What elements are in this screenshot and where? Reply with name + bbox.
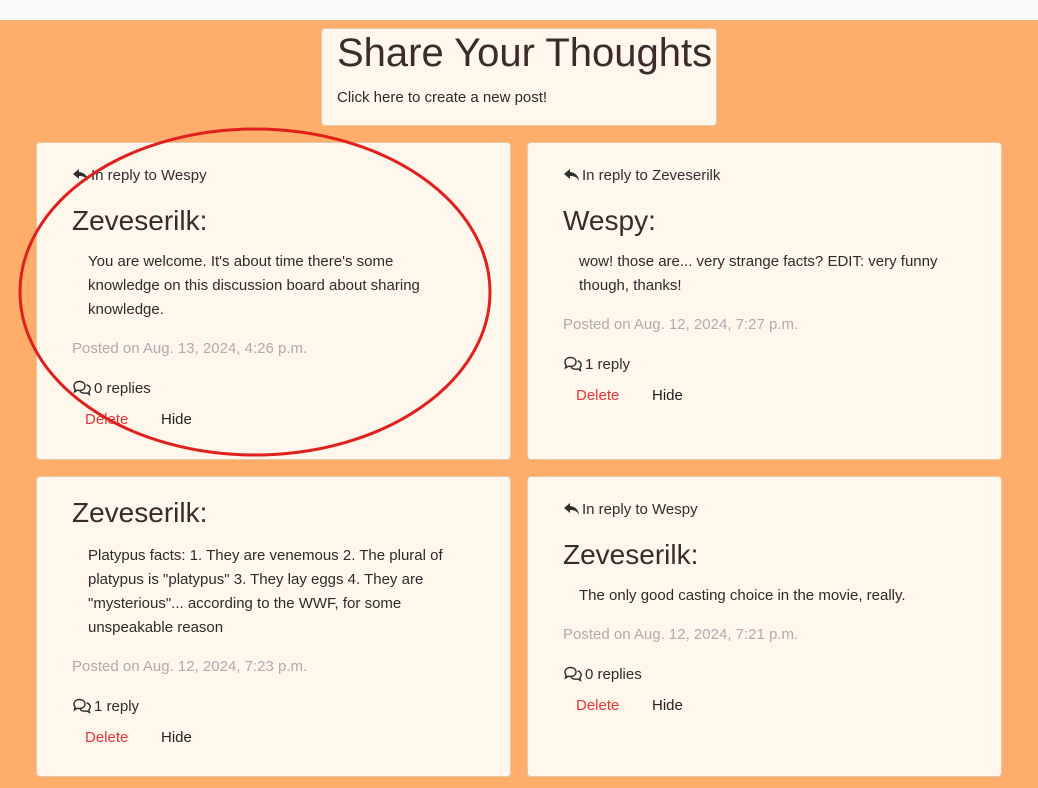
hide-button[interactable]: Hide xyxy=(161,729,192,746)
post-card: In reply to Wespy Zeveserilk: You are we… xyxy=(36,142,511,460)
delete-button[interactable]: Delete xyxy=(85,411,128,428)
comments-icon xyxy=(564,666,582,682)
reply-to-label: In reply to Wespy xyxy=(72,167,207,184)
reply-to-label: In reply to Wespy xyxy=(563,501,698,518)
post-timestamp: Posted on Aug. 12, 2024, 7:23 p.m. xyxy=(72,658,308,675)
comments-icon xyxy=(73,380,91,396)
post-content: wow! those are... very strange facts? ED… xyxy=(579,253,938,294)
replies-text: 1 reply xyxy=(585,356,631,373)
replies-count[interactable]: 0 replies xyxy=(72,380,151,397)
post-content: You are welcome. It's about time there's… xyxy=(88,253,420,318)
delete-button[interactable]: Delete xyxy=(576,697,619,714)
reply-icon xyxy=(73,169,88,181)
reply-icon xyxy=(564,503,579,515)
hide-button[interactable]: Hide xyxy=(652,697,683,714)
replies-count[interactable]: 1 reply xyxy=(563,356,630,373)
post-author: Zeveserilk: xyxy=(72,497,208,528)
post-timestamp: Posted on Aug. 12, 2024, 7:21 p.m. xyxy=(563,626,799,643)
post-card: Zeveserilk: Platypus facts: 1. They are … xyxy=(36,476,511,777)
top-bar xyxy=(0,0,1038,20)
post-author: Zeveserilk: xyxy=(563,539,699,570)
post-timestamp: Posted on Aug. 13, 2024, 4:26 p.m. xyxy=(72,340,308,357)
post-author: Zeveserilk: xyxy=(72,205,208,236)
page-title: Share Your Thoughts xyxy=(337,31,713,75)
post-author: Wespy: xyxy=(563,205,656,236)
comments-icon xyxy=(73,698,91,714)
post-content: The only good casting choice in the movi… xyxy=(579,587,906,604)
replies-count[interactable]: 0 replies xyxy=(563,666,642,683)
hide-button[interactable]: Hide xyxy=(161,411,192,428)
create-post-link[interactable]: Click here to create a new post! xyxy=(337,89,547,106)
reply-to-text: In reply to Wespy xyxy=(91,167,207,184)
replies-text: 0 replies xyxy=(94,380,151,397)
delete-button[interactable]: Delete xyxy=(85,729,128,746)
hide-button[interactable]: Hide xyxy=(652,387,683,404)
create-post-banner: Share Your Thoughts Click here to create… xyxy=(321,28,717,126)
reply-icon xyxy=(564,169,579,181)
post-card: In reply to Wespy Zeveserilk: The only g… xyxy=(527,476,1002,777)
comments-icon xyxy=(564,356,582,372)
post-timestamp: Posted on Aug. 12, 2024, 7:27 p.m. xyxy=(563,316,799,333)
post-card: In reply to Zeveserilk Wespy: wow! those… xyxy=(527,142,1002,460)
reply-to-text: In reply to Wespy xyxy=(582,501,698,518)
reply-to-label: In reply to Zeveserilk xyxy=(563,167,720,184)
replies-text: 0 replies xyxy=(585,666,642,683)
reply-to-text: In reply to Zeveserilk xyxy=(582,167,721,184)
replies-text: 1 reply xyxy=(94,698,140,715)
post-content: Platypus facts: 1. They are venemous 2. … xyxy=(88,547,443,636)
discussion-board: Share Your Thoughts Click here to create… xyxy=(0,20,1038,788)
replies-count[interactable]: 1 reply xyxy=(72,698,139,715)
delete-button[interactable]: Delete xyxy=(576,387,619,404)
